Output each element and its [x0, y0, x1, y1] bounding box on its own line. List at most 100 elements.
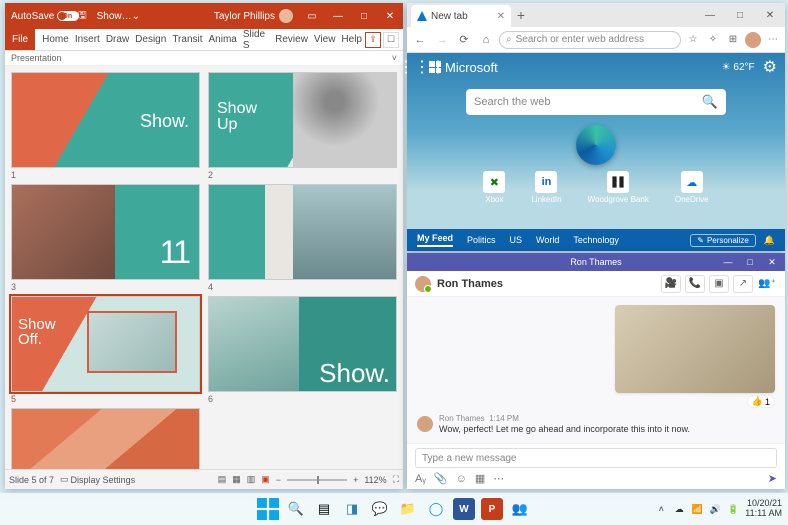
gif-icon[interactable]: ▦ [475, 472, 485, 485]
microsoft-logo[interactable]: Microsoft [429, 60, 498, 75]
view-sorter-icon[interactable]: ▦ [232, 474, 241, 485]
zoom-slider[interactable] [287, 479, 347, 481]
tile-onedrive[interactable]: ☁OneDrive [675, 171, 709, 204]
slide-thumb-1[interactable]: Show.1 [11, 72, 200, 180]
slide-thumb-2[interactable]: Show Up2 [208, 72, 397, 180]
teams-titlebar[interactable]: Ron Thames — □ ✕ [407, 253, 785, 271]
favorites-icon[interactable]: ✧ [705, 32, 721, 48]
message-input[interactable]: Type a new message [415, 448, 777, 468]
personalize-button[interactable]: ✎ Personalize [690, 234, 756, 247]
maximize-button[interactable]: □ [351, 3, 377, 29]
explorer-icon[interactable]: 📁 [397, 498, 419, 520]
search-icon[interactable]: 🔍 [702, 94, 718, 110]
view-normal-icon[interactable]: ▤ [218, 474, 227, 485]
refresh-button[interactable]: ⟳ [455, 31, 473, 49]
ribbon-tab-help[interactable]: Help [338, 29, 365, 50]
add-people-button[interactable]: 👥⁺ [757, 275, 777, 293]
weather-widget[interactable]: ☀62°F [721, 62, 754, 73]
settings-icon[interactable]: ⚙ [763, 57, 777, 77]
battery-icon[interactable]: 🔋 [727, 504, 739, 515]
menu-icon[interactable]: ⋯ [765, 32, 781, 48]
profile-avatar[interactable] [745, 32, 761, 48]
maximize-button[interactable]: □ [739, 253, 761, 271]
audio-call-button[interactable]: 📞 [685, 275, 705, 293]
title-chevron-icon[interactable]: ⌄ [132, 11, 140, 22]
tab-close-icon[interactable]: ✕ [497, 11, 505, 22]
taskbar[interactable]: 🔍 ▤ ◨ 💬 📁 ◯ W P 👥 ˄ ☁ 📶 🔊 🔋 10/20/21 11:… [0, 493, 788, 525]
ribbon-tab-transitions[interactable]: Transit [169, 29, 205, 50]
ribbon-options-icon[interactable]: ▭ [299, 3, 325, 29]
feed-tab-world[interactable]: World [536, 235, 559, 245]
screen-share-button[interactable]: ▣ [709, 275, 729, 293]
wifi-icon[interactable]: 📶 [691, 504, 703, 515]
ribbon-tab-design[interactable]: Design [132, 29, 169, 50]
tile-xbox[interactable]: ✖Xbox [483, 171, 505, 204]
widgets-icon[interactable]: ◨ [341, 498, 363, 520]
contact-name[interactable]: Ron Thames [437, 278, 503, 290]
attach-icon[interactable]: 📎 [434, 472, 448, 485]
ribbon-tab-file[interactable]: File [5, 29, 35, 50]
received-message[interactable]: Ron Thames 1:14 PM Wow, perfect! Let me … [417, 414, 775, 434]
home-button[interactable]: ⌂ [477, 31, 495, 49]
minimize-button[interactable]: — [717, 253, 739, 271]
sent-image-message[interactable] [615, 305, 775, 393]
volume-icon[interactable]: 🔊 [709, 504, 721, 515]
ribbon-tab-draw[interactable]: Draw [103, 29, 132, 50]
format-icon[interactable]: Aᵧ [415, 473, 426, 485]
contact-avatar[interactable] [415, 276, 431, 292]
view-slideshow-icon[interactable]: ▣ [261, 474, 270, 485]
start-button[interactable] [257, 498, 279, 520]
account-button[interactable]: Taylor Phillips [214, 9, 293, 23]
teams-icon[interactable]: 👥 [509, 498, 531, 520]
notifications-icon[interactable]: 🔔 [764, 235, 775, 246]
forward-button[interactable]: → [433, 31, 451, 49]
zoom-level[interactable]: 112% [364, 475, 386, 485]
tile-woodgrove[interactable]: Woodgrove Bank [588, 171, 649, 204]
browser-tab[interactable]: New tab ✕ [411, 5, 511, 27]
video-call-button[interactable]: 🎥 [661, 275, 681, 293]
slide-thumb-7[interactable] [11, 408, 200, 469]
ribbon-tab-home[interactable]: Home [39, 29, 72, 50]
display-settings-button[interactable]: ▭ Display Settings [60, 474, 135, 485]
address-bar[interactable]: ⌕ Search or enter web address [499, 31, 681, 49]
ribbon-tab-insert[interactable]: Insert [72, 29, 103, 50]
onedrive-tray-icon[interactable]: ☁ [673, 504, 685, 515]
back-button[interactable]: ← [411, 31, 429, 49]
ribbon-tab-slideshow[interactable]: Slide S [240, 29, 272, 50]
autosave-toggle[interactable]: AutoSave On [11, 11, 72, 22]
chat-body[interactable]: 👍1 Ron Thames 1:14 PM Wow, perfect! Let … [407, 297, 785, 443]
system-tray[interactable]: ˄ ☁ 📶 🔊 🔋 10/20/21 11:11 AM [655, 499, 782, 519]
clock[interactable]: 10/20/21 11:11 AM [745, 499, 782, 519]
comments-button[interactable]: ☐ [383, 32, 399, 48]
app-launcher-icon[interactable]: ⋮⋮⋮ [415, 60, 429, 74]
edge-icon[interactable]: ◯ [425, 498, 447, 520]
ribbon-tab-view[interactable]: View [311, 29, 339, 50]
reaction-badge[interactable]: 👍1 [747, 395, 775, 408]
slide-thumb-3[interactable]: 113 [11, 184, 200, 292]
powerpoint-titlebar[interactable]: AutoSave On 🖫 Show… ⌄ Taylor Phillips ▭ … [5, 3, 403, 29]
view-reading-icon[interactable]: ▥ [247, 474, 256, 485]
feed-tab-us[interactable]: US [510, 235, 523, 245]
close-button[interactable]: ✕ [377, 3, 403, 29]
fit-to-window-button[interactable]: ⛶ [393, 474, 399, 485]
send-button[interactable]: ➤ [768, 472, 777, 485]
chat-icon[interactable]: 💬 [369, 498, 391, 520]
word-icon[interactable]: W [453, 498, 475, 520]
minimize-button[interactable]: — [695, 3, 725, 27]
taskbar-search-icon[interactable]: 🔍 [285, 498, 307, 520]
feed-tab-myfeed[interactable]: My Feed [417, 233, 453, 247]
task-view-icon[interactable]: ▤ [313, 498, 335, 520]
slide-thumb-6[interactable]: Show.6 [208, 296, 397, 404]
maximize-button[interactable]: □ [725, 3, 755, 27]
tile-linkedin[interactable]: inLinkedIn [531, 171, 561, 204]
powerpoint-icon[interactable]: P [481, 498, 503, 520]
close-button[interactable]: ✕ [755, 3, 785, 27]
new-tab-button[interactable]: + [511, 7, 531, 23]
zoom-in-button[interactable]: + [353, 475, 358, 485]
slide-sorter[interactable]: Show.1 Show Up2 113 4 Show Off.5 Show.6 [5, 66, 403, 469]
slide-thumb-5[interactable]: Show Off.5 [11, 296, 200, 404]
ntp-search-box[interactable]: Search the web 🔍 [466, 89, 726, 115]
ribbon-tab-review[interactable]: Review [272, 29, 311, 50]
minimize-button[interactable]: — [325, 3, 351, 29]
feed-tab-technology[interactable]: Technology [573, 235, 619, 245]
